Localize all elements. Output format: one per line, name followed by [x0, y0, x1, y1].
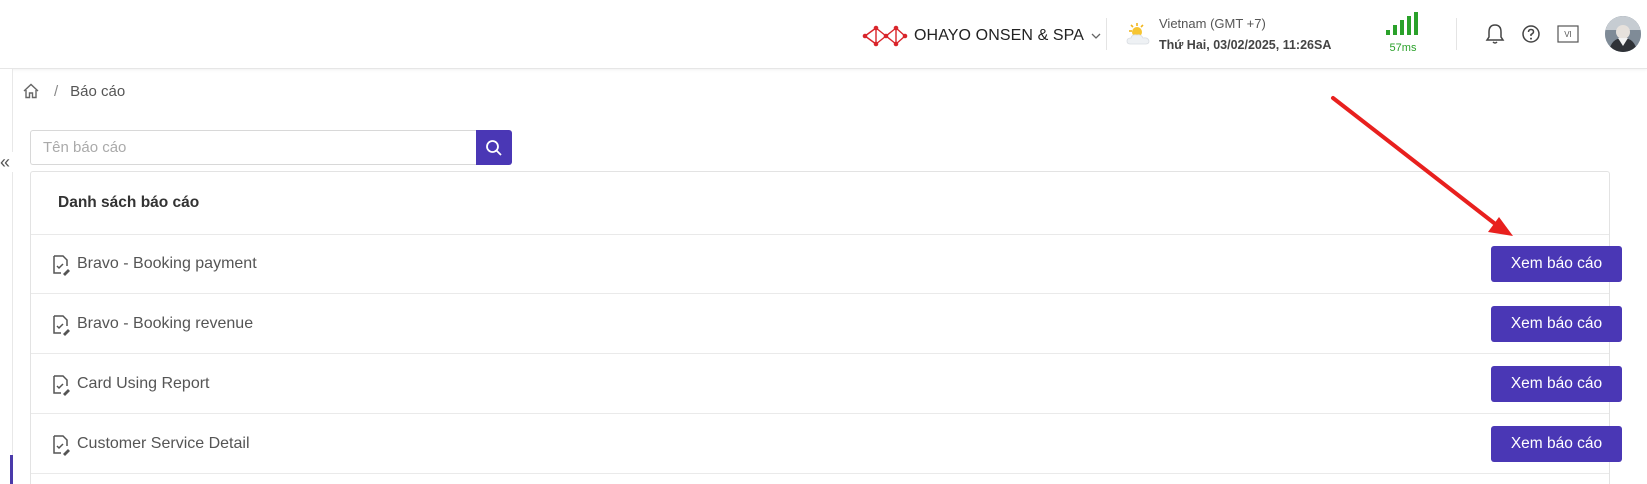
language-code: VI — [1564, 30, 1572, 39]
current-datetime: Thứ Hai, 03/02/2025, 11:26SA — [1159, 38, 1332, 52]
user-avatar[interactable] — [1605, 16, 1641, 52]
notification-bell-icon[interactable] — [1483, 22, 1507, 46]
report-document-icon — [53, 315, 70, 336]
search-button[interactable] — [476, 130, 512, 165]
chevron-down-icon — [1091, 33, 1101, 39]
report-search-input[interactable] — [30, 130, 476, 165]
header-divider — [1456, 18, 1457, 50]
network-signal-icon — [1386, 12, 1418, 35]
breadcrumb-current: Báo cáo — [70, 82, 126, 100]
view-report-button[interactable]: Xem báo cáo — [1491, 366, 1622, 402]
collapsed-sidebar — [0, 69, 13, 484]
home-icon[interactable] — [22, 82, 40, 100]
latency-label: 57ms — [1389, 42, 1417, 54]
report-row: Bravo - Booking revenue Xem báo cáo — [31, 295, 1622, 354]
report-document-icon — [53, 255, 70, 276]
report-name: Customer Service Detail — [77, 435, 250, 452]
report-name: Bravo - Booking payment — [77, 255, 257, 272]
report-row: Bravo - Booking payment Xem báo cáo — [31, 235, 1622, 294]
weather-sun-cloud-icon — [1126, 23, 1150, 45]
sidebar-active-indicator — [10, 455, 13, 484]
report-document-icon — [53, 435, 70, 456]
report-document-icon — [53, 375, 70, 396]
report-list-card: Danh sách báo cáo Bravo - Booking paymen… — [30, 171, 1622, 484]
view-report-button[interactable]: Xem báo cáo — [1491, 306, 1622, 342]
breadcrumb: / Báo cáo — [22, 82, 125, 100]
view-report-button[interactable]: Xem báo cáo — [1491, 426, 1622, 462]
report-list-title: Danh sách báo cáo — [58, 194, 200, 211]
language-switch-button[interactable]: VI — [1556, 22, 1580, 46]
brand-logo-icon — [862, 25, 908, 47]
search-icon — [486, 139, 502, 156]
breadcrumb-separator: / — [54, 82, 59, 100]
brand-name: OHAYO ONSEN & SPA — [914, 27, 1085, 44]
header-divider — [1106, 18, 1107, 50]
report-name: Card Using Report — [77, 375, 210, 392]
branch-selector[interactable]: OHAYO ONSEN & SPA — [862, 22, 1102, 50]
timezone-label: Vietnam (GMT +7) — [1159, 16, 1266, 31]
help-icon[interactable] — [1519, 22, 1543, 46]
top-header: OHAYO ONSEN & SPA Vietnam (GMT +7) Thứ H… — [0, 0, 1647, 69]
sidebar-toggle-double-chevron-icon[interactable]: « — [0, 152, 15, 172]
report-search — [30, 130, 512, 165]
report-name: Bravo - Booking revenue — [77, 315, 254, 332]
view-report-button[interactable]: Xem báo cáo — [1491, 246, 1622, 282]
report-row: Card Using Report Xem báo cáo — [31, 355, 1622, 414]
report-row: Customer Service Detail Xem báo cáo — [31, 415, 1622, 474]
